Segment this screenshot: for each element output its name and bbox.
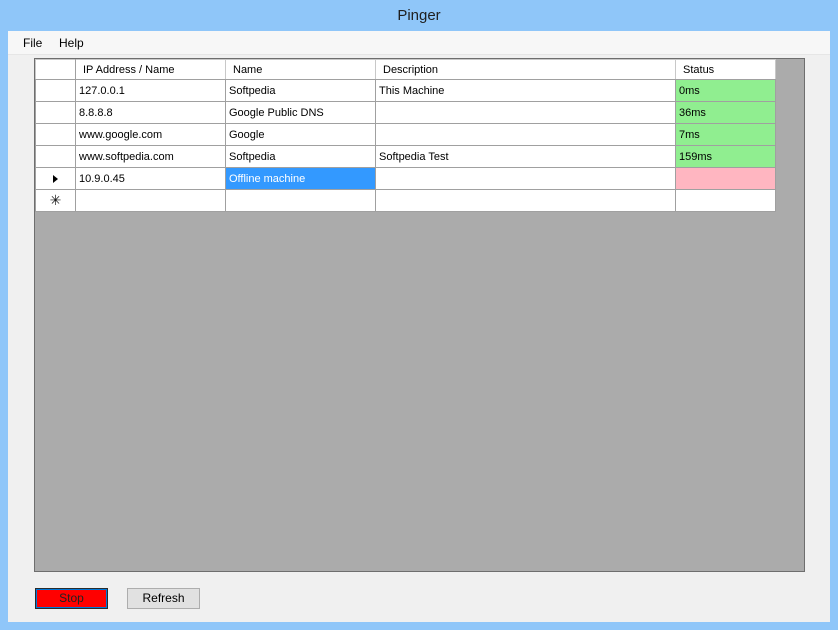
table-row[interactable]: www.google.com Google 7ms (35, 123, 776, 146)
cell-name-selected[interactable]: Offline machine (225, 167, 376, 190)
table-row[interactable]: 8.8.8.8 Google Public DNS 36ms (35, 101, 776, 124)
cell-description[interactable] (375, 123, 676, 146)
menu-bar: File Help (8, 31, 830, 55)
cell-status[interactable] (675, 167, 776, 190)
client-area: File Help IP Address / Name Name Descrip… (8, 31, 830, 622)
cell-ip[interactable]: 8.8.8.8 (75, 101, 226, 124)
cell-description[interactable] (375, 167, 676, 190)
cell-description[interactable]: This Machine (375, 79, 676, 102)
hosts-table: IP Address / Name Name Description Statu… (35, 59, 776, 212)
cell-name[interactable]: Google Public DNS (225, 101, 376, 124)
current-row-arrow-icon (53, 174, 58, 183)
cell-status-new[interactable] (675, 189, 776, 212)
cell-name[interactable]: Softpedia (225, 145, 376, 168)
cell-name[interactable]: Softpedia (225, 79, 376, 102)
row-header-new[interactable]: ✳ (35, 189, 76, 212)
stop-button[interactable]: Stop (35, 588, 108, 609)
cell-description-new[interactable] (375, 189, 676, 212)
cell-ip[interactable]: www.softpedia.com (75, 145, 226, 168)
corner-header[interactable] (35, 59, 76, 80)
row-header[interactable] (35, 79, 76, 102)
menu-file[interactable]: File (16, 31, 49, 55)
column-header-status[interactable]: Status (675, 59, 776, 80)
cell-name[interactable]: Google (225, 123, 376, 146)
app-window: Pinger File Help IP Address / Name Name … (0, 0, 838, 630)
cell-ip[interactable]: 10.9.0.45 (75, 167, 226, 190)
hosts-grid: IP Address / Name Name Description Statu… (34, 58, 805, 572)
window-title: Pinger (397, 7, 441, 24)
table-row[interactable]: www.softpedia.com Softpedia Softpedia Te… (35, 145, 776, 168)
cell-ip-new[interactable] (75, 189, 226, 212)
cell-status[interactable]: 7ms (675, 123, 776, 146)
row-header[interactable] (35, 145, 76, 168)
cell-ip[interactable]: 127.0.0.1 (75, 79, 226, 102)
header-row: IP Address / Name Name Description Statu… (35, 59, 776, 80)
column-header-ip[interactable]: IP Address / Name (75, 59, 226, 80)
table-row-new[interactable]: ✳ (35, 189, 776, 212)
cell-ip[interactable]: www.google.com (75, 123, 226, 146)
cell-status[interactable]: 36ms (675, 101, 776, 124)
row-header-current[interactable] (35, 167, 76, 190)
menu-help[interactable]: Help (52, 31, 91, 55)
refresh-button[interactable]: Refresh (127, 588, 200, 609)
cell-description[interactable] (375, 101, 676, 124)
column-header-name[interactable]: Name (225, 59, 376, 80)
cell-name-new[interactable] (225, 189, 376, 212)
table-row-current[interactable]: 10.9.0.45 Offline machine (35, 167, 776, 190)
cell-status[interactable]: 0ms (675, 79, 776, 102)
column-header-description[interactable]: Description (375, 59, 676, 80)
new-row-asterisk-icon: ✳ (49, 192, 62, 208)
cell-status[interactable]: 159ms (675, 145, 776, 168)
table-row[interactable]: 127.0.0.1 Softpedia This Machine 0ms (35, 79, 776, 102)
row-header[interactable] (35, 123, 76, 146)
cell-description[interactable]: Softpedia Test (375, 145, 676, 168)
row-header[interactable] (35, 101, 76, 124)
